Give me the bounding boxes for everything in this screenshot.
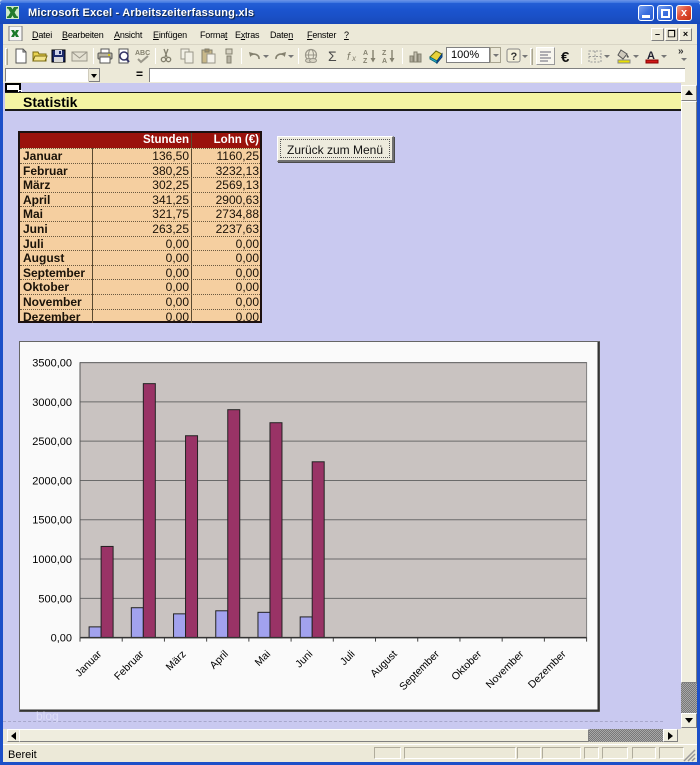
svg-text:A: A (363, 50, 368, 57)
svg-text:?: ? (511, 51, 518, 63)
svg-text:3500,00: 3500,00 (32, 358, 72, 370)
svg-text:x: x (351, 54, 357, 63)
svg-text:f: f (347, 51, 351, 63)
svg-text:3000,00: 3000,00 (32, 397, 72, 409)
svg-text:0,00: 0,00 (51, 633, 72, 645)
svg-text:2000,00: 2000,00 (32, 475, 72, 487)
svg-text:A: A (382, 58, 387, 64)
svg-text:2500,00: 2500,00 (32, 436, 72, 448)
svg-text:Σ: Σ (328, 48, 337, 64)
svg-text:€: € (561, 49, 570, 64)
svg-text:Z: Z (382, 50, 387, 57)
svg-text:1000,00: 1000,00 (32, 554, 72, 566)
svg-text:500,00: 500,00 (38, 593, 72, 605)
svg-text:1500,00: 1500,00 (32, 515, 72, 527)
svg-text:Z: Z (363, 58, 368, 64)
